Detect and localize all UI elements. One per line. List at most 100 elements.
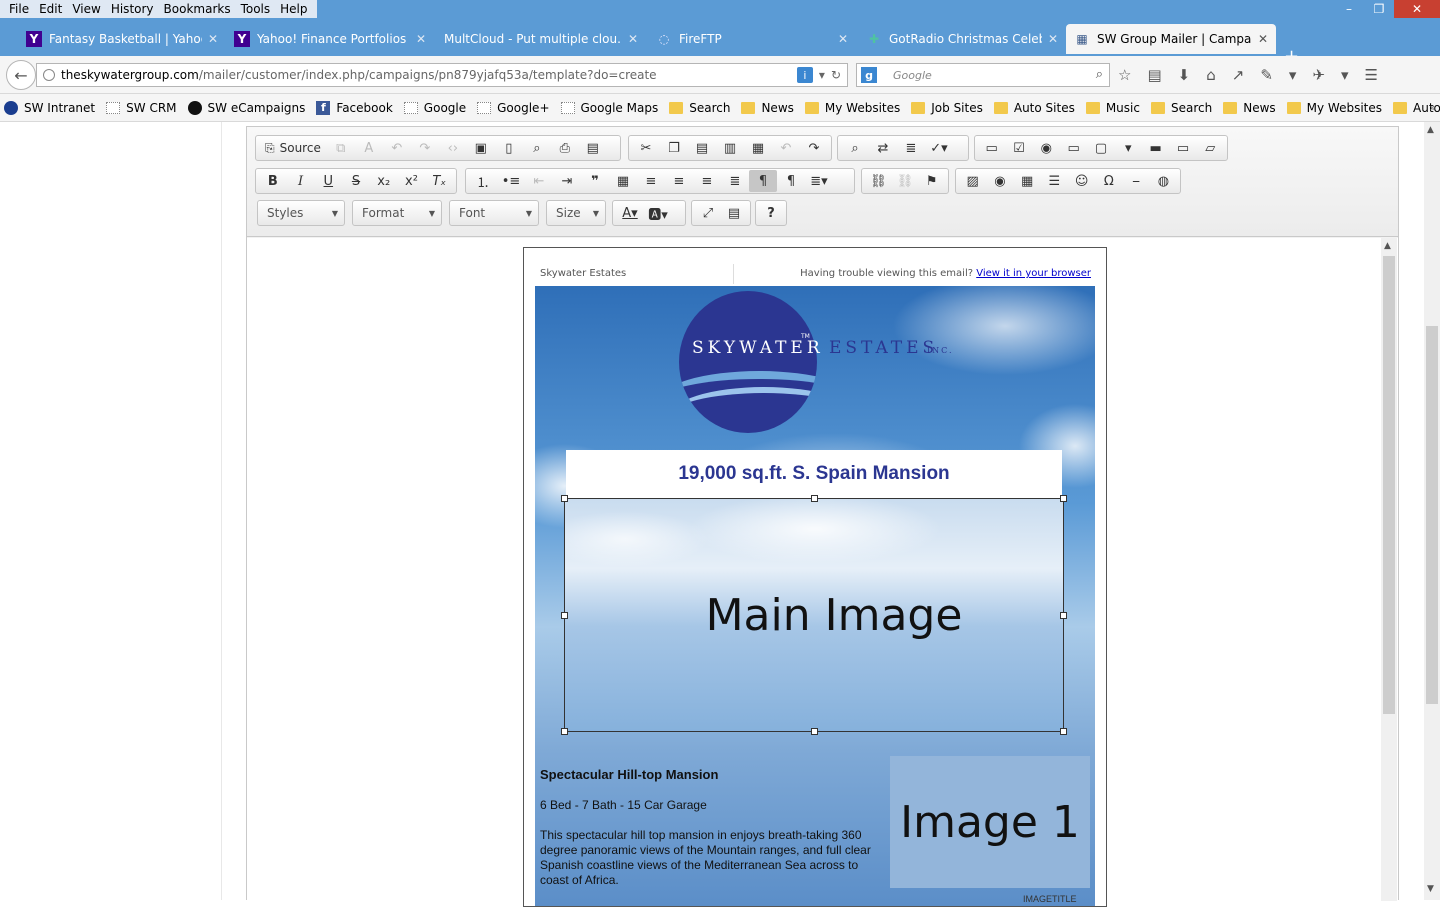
image-button-icon[interactable]: ▭ — [1169, 137, 1196, 159]
bookmark-google[interactable]: Google — [403, 101, 466, 115]
back-button[interactable]: ← — [6, 60, 36, 90]
strike-button[interactable]: S — [342, 170, 370, 192]
iframe-icon[interactable]: ◍ — [1150, 170, 1177, 192]
tab-fireftp[interactable]: ◌ FireFTP ✕ — [648, 24, 856, 54]
tools-icon[interactable]: ✎ — [1260, 66, 1273, 84]
font-combo[interactable]: Font ▼ — [449, 200, 539, 226]
indent-icon[interactable]: ⇥ — [553, 170, 581, 192]
address-bar[interactable]: theskywatergroup.com /mailer/customer/in… — [36, 63, 848, 87]
print-icon[interactable]: ⎙ — [551, 137, 579, 159]
select-icon[interactable]: ▾ — [1115, 137, 1142, 159]
addon-icon[interactable]: ✈ — [1312, 66, 1325, 84]
main-image[interactable]: Main Image — [561, 495, 1067, 735]
search-icon[interactable]: ⌕ — [1096, 67, 1103, 82]
tab-yahoo-finance[interactable]: Y Yahoo! Finance Portfolios ✕ — [226, 24, 434, 54]
resize-handle[interactable] — [561, 495, 568, 502]
search-input[interactable]: Google — [893, 69, 932, 82]
hidden-field-icon[interactable]: ▱ — [1197, 137, 1224, 159]
special-char-icon[interactable]: Ω — [1095, 170, 1122, 192]
ltr-icon[interactable]: ¶ — [749, 170, 777, 192]
bookmark-sw-intranet[interactable]: SW Intranet — [4, 100, 95, 115]
redo-icon[interactable]: ↷ — [800, 137, 828, 159]
menu-history[interactable]: History — [111, 2, 154, 16]
smiley-icon[interactable]: ☺ — [1068, 170, 1095, 192]
resize-handle[interactable] — [561, 612, 568, 619]
close-tab-icon[interactable]: ✕ — [838, 32, 848, 46]
scroll-up-icon[interactable]: ▲ — [1384, 241, 1391, 251]
star-icon[interactable]: ☆ — [1118, 66, 1131, 84]
radio-icon[interactable]: ◉ — [1033, 137, 1060, 159]
save-icon[interactable]: ▣ — [467, 137, 495, 159]
preview-icon[interactable]: ⌕ — [523, 137, 551, 159]
email-headline[interactable]: 19,000 sq.ft. S. Spain Mansion — [566, 450, 1062, 498]
dropdown-icon[interactable]: ▾ — [1341, 66, 1349, 84]
google-icon[interactable]: g — [861, 67, 877, 83]
new-page-icon[interactable]: ▯ — [495, 137, 523, 159]
align-right-icon[interactable]: ≡ — [693, 170, 721, 192]
view-in-browser-link[interactable]: View it in your browser — [976, 268, 1091, 279]
reading-list-icon[interactable]: ▤ — [1147, 66, 1161, 84]
blockquote-icon[interactable]: ❞ — [581, 170, 609, 192]
bulleted-list-icon[interactable]: •≡ — [497, 170, 525, 192]
image-caption[interactable]: IMAGETITLE — [1023, 894, 1077, 904]
rtl-icon[interactable]: ¶ — [777, 170, 805, 192]
align-left-icon[interactable]: ≡ — [637, 170, 665, 192]
align-center-icon[interactable]: ≡ — [665, 170, 693, 192]
page-break-icon[interactable]: ⎯ — [1123, 170, 1150, 192]
menu-view[interactable]: View — [72, 2, 100, 16]
hamburger-menu-icon[interactable]: ☰ — [1365, 66, 1378, 84]
resize-handle[interactable] — [1060, 728, 1067, 735]
horizontal-rule-icon[interactable]: ☰ — [1041, 170, 1068, 192]
show-blocks-toggle-icon[interactable]: ▤ — [721, 202, 747, 224]
bookmark-google-maps[interactable]: Google Maps — [560, 101, 658, 115]
subscript-button[interactable]: x₂ — [370, 170, 398, 192]
tab-sw-group-mailer[interactable]: ▦ SW Group Mailer | Campai... ✕ — [1066, 24, 1276, 54]
close-window-button[interactable]: ✕ — [1394, 0, 1440, 18]
bookmark-sw-crm[interactable]: SW CRM — [106, 101, 177, 115]
format-combo[interactable]: Format ▼ — [352, 200, 442, 226]
bookmark-sw-ecampaigns[interactable]: SW eCampaigns — [187, 100, 305, 115]
scroll-thumb[interactable] — [1383, 256, 1395, 714]
bookmark-folder-search[interactable]: Search — [669, 101, 730, 115]
spellcheck-icon[interactable]: ✓▾ — [925, 137, 953, 159]
justify-icon[interactable]: ≣ — [721, 170, 749, 192]
page-scrollbar[interactable]: ▲ ▼ — [1424, 122, 1440, 900]
help-icon[interactable]: ? — [759, 202, 783, 224]
pin-icon[interactable]: ↗ — [1232, 66, 1245, 84]
underline-button[interactable]: U — [314, 170, 342, 192]
menu-file[interactable]: File — [9, 2, 29, 16]
tab-multcloud[interactable]: MultCloud - Put multiple clou... ✕ — [436, 24, 646, 54]
button-icon[interactable]: ▬ — [1142, 137, 1169, 159]
bookmark-folder-search-2[interactable]: Search — [1150, 101, 1212, 115]
maximize-icon[interactable]: ⤢ — [695, 202, 721, 224]
paste-text-icon[interactable]: ▥ — [716, 137, 744, 159]
select-all-icon[interactable]: ≣ — [897, 137, 925, 159]
size-combo[interactable]: Size ▼ — [546, 200, 606, 226]
flash-icon[interactable]: ◉ — [986, 170, 1013, 192]
bg-color-icon[interactable]: 🅰▾ — [644, 202, 672, 224]
close-tab-icon[interactable]: ✕ — [208, 32, 218, 46]
bookmark-folder-auto-sites[interactable]: Auto Sites — [993, 101, 1075, 115]
find-icon[interactable]: ⌕ — [841, 137, 869, 159]
menu-bookmarks[interactable]: Bookmarks — [164, 2, 231, 16]
italic-button[interactable]: I — [287, 170, 315, 192]
close-tab-icon[interactable]: ✕ — [416, 32, 426, 46]
dropdown-icon[interactable]: ▾ — [1289, 66, 1297, 84]
tab-fantasy-basketball[interactable]: Y Fantasy Basketball | Yahoo ... ✕ — [18, 24, 226, 54]
link-icon[interactable]: ⛓ — [865, 170, 892, 192]
download-icon[interactable]: ⬇ — [1178, 66, 1191, 84]
source-button[interactable]: ⎘ Source — [259, 137, 327, 159]
language-icon[interactable]: ≣▾ — [805, 170, 833, 192]
copy-icon[interactable]: ❐ — [660, 137, 688, 159]
property-specs[interactable]: 6 Bed - 7 Bath - 15 Car Garage — [540, 798, 707, 812]
cut-icon[interactable]: ✂ — [632, 137, 660, 159]
bookmark-folder-my-websites[interactable]: My Websites — [804, 101, 900, 115]
bold-button[interactable]: B — [259, 170, 287, 192]
remove-format-button[interactable]: Tₓ — [425, 170, 453, 192]
text-field-icon[interactable]: ▭ — [1060, 137, 1087, 159]
bookmark-folder-news-2[interactable]: News — [1223, 101, 1276, 115]
bookmark-folder-music[interactable]: Music — [1085, 101, 1140, 115]
table-icon[interactable]: ▦ — [1014, 170, 1041, 192]
checkbox-icon[interactable]: ☑ — [1005, 137, 1032, 159]
div-container-icon[interactable]: ▦ — [609, 170, 637, 192]
